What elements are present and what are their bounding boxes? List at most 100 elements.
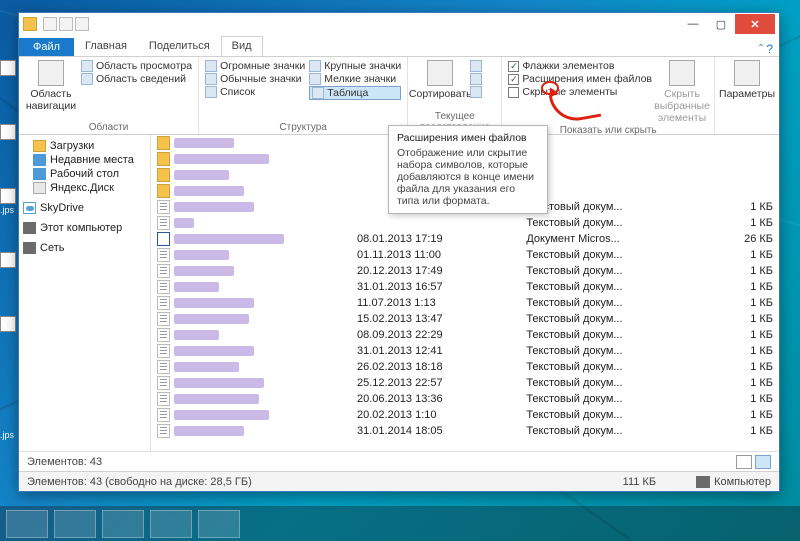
- ribbon-group-showhide: Флажки элементов Расширения имен файлов …: [502, 57, 715, 134]
- minimize-button[interactable]: —: [679, 14, 707, 34]
- table-row[interactable]: 25.12.2013 22:57Текстовый докум...1 КБ: [151, 375, 779, 391]
- txt-icon: [157, 376, 170, 390]
- folder-icon: [157, 152, 170, 166]
- table-row[interactable]: 08.01.2013 17:19Документ Micros...26 КБ: [151, 231, 779, 247]
- layout-normal[interactable]: Обычные значки: [205, 73, 305, 85]
- sidebar-item-desktop[interactable]: Рабочий стол: [21, 167, 148, 181]
- hide-selected-button[interactable]: Скрыть выбранные элементы: [656, 60, 708, 124]
- file-date: 26.02.2013 18:18: [351, 359, 520, 375]
- maximize-button[interactable]: ▢: [707, 14, 735, 34]
- file-size: 1 КБ: [708, 247, 779, 263]
- close-button[interactable]: ✕: [735, 14, 775, 34]
- item-count: Элементов: 43: [27, 456, 102, 468]
- file-type: Текстовый докум...: [520, 295, 708, 311]
- taskbar-item[interactable]: [198, 510, 240, 538]
- sidebar-item-yadisk[interactable]: Яндекс.Диск: [21, 181, 148, 195]
- explorer-window: — ▢ ✕ Файл Главная Поделиться Вид ˆ ? Об…: [18, 12, 780, 492]
- checkbox-hidden-items[interactable]: Скрытые элементы: [508, 86, 652, 98]
- view-details-icon[interactable]: [736, 455, 752, 469]
- file-type: Текстовый докум...: [520, 359, 708, 375]
- file-size: [708, 183, 779, 199]
- layout-huge[interactable]: Огромные значки: [205, 60, 305, 72]
- checkbox-icon: [508, 74, 519, 85]
- taskbar-item[interactable]: [102, 510, 144, 538]
- table-row[interactable]: 01.11.2013 11:00Текстовый докум...1 КБ: [151, 247, 779, 263]
- checkbox-item-checkboxes[interactable]: Флажки элементов: [508, 60, 652, 72]
- table-row[interactable]: 31.01.2013 16:57Текстовый докум...1 КБ: [151, 279, 779, 295]
- sidebar-item-skydrive[interactable]: SkyDrive: [21, 201, 148, 215]
- sidebar-item-thispc[interactable]: Этот компьютер: [21, 221, 148, 235]
- group-caption: Структура: [205, 121, 401, 134]
- ribbon-group-panes: Область навигации Область просмотра Обла…: [19, 57, 199, 134]
- status-bar-inner: Элементов: 43: [19, 451, 779, 471]
- addcolumn-button[interactable]: [470, 73, 482, 85]
- selection-size: 111 КБ: [623, 476, 656, 488]
- preview-icon: [81, 60, 93, 72]
- options-button[interactable]: Параметры: [721, 60, 773, 121]
- table-row[interactable]: 11.07.2013 1:13Текстовый докум...1 КБ: [151, 295, 779, 311]
- navpane-button[interactable]: Область навигации: [25, 60, 77, 121]
- taskbar-item[interactable]: [54, 510, 96, 538]
- taskbar-item[interactable]: [150, 510, 192, 538]
- groupby-button[interactable]: [470, 60, 482, 72]
- tab-share[interactable]: Поделиться: [138, 36, 221, 56]
- file-type: [520, 183, 708, 199]
- layout-list[interactable]: Список: [205, 86, 305, 98]
- file-name-redacted: [174, 330, 219, 340]
- folder-icon: [157, 136, 170, 150]
- titlebar[interactable]: — ▢ ✕: [19, 13, 779, 35]
- taskbar-item[interactable]: [6, 510, 48, 538]
- file-name-redacted: [174, 250, 229, 260]
- layout-small[interactable]: Мелкие значки: [309, 73, 401, 85]
- layout-large[interactable]: Крупные значки: [309, 60, 401, 72]
- tab-home[interactable]: Главная: [74, 36, 138, 56]
- table-row[interactable]: 31.01.2014 18:05Текстовый докум...1 КБ: [151, 423, 779, 439]
- table-row[interactable]: 15.02.2013 13:47Текстовый докум...1 КБ: [151, 311, 779, 327]
- file-size: [708, 135, 779, 151]
- file-size: 26 КБ: [708, 231, 779, 247]
- file-type: Текстовый докум...: [520, 215, 708, 231]
- pc-icon: [23, 222, 36, 234]
- help-icon[interactable]: ˆ ?: [759, 42, 773, 56]
- file-size: 1 КБ: [708, 359, 779, 375]
- file-size: 1 КБ: [708, 199, 779, 215]
- file-type: Текстовый докум...: [520, 199, 708, 215]
- sort-button[interactable]: Сортировать: [414, 60, 466, 110]
- file-size: 1 КБ: [708, 263, 779, 279]
- details-pane-button[interactable]: Область сведений: [81, 73, 192, 85]
- sizecols-button[interactable]: [470, 86, 482, 98]
- computer-icon: [696, 476, 710, 488]
- view-list-icon[interactable]: [755, 455, 771, 469]
- file-date: 01.11.2013 11:00: [351, 247, 520, 263]
- file-size: 1 КБ: [708, 311, 779, 327]
- file-date: 20.06.2013 13:36: [351, 391, 520, 407]
- file-type: [520, 135, 708, 151]
- table-row[interactable]: Текстовый докум...1 КБ: [151, 215, 779, 231]
- tab-view[interactable]: Вид: [221, 36, 263, 56]
- table-row[interactable]: 31.01.2013 12:41Текстовый докум...1 КБ: [151, 343, 779, 359]
- file-size: [708, 151, 779, 167]
- status-free: Элементов: 43 (свободно на диске: 28,5 Г…: [27, 476, 252, 488]
- file-date: 15.02.2013 13:47: [351, 311, 520, 327]
- quick-access-toolbar[interactable]: [43, 17, 89, 31]
- table-row[interactable]: 20.06.2013 13:36Текстовый докум...1 КБ: [151, 391, 779, 407]
- checkbox-file-extensions[interactable]: Расширения имен файлов: [508, 73, 652, 85]
- sidebar-item-network[interactable]: Сеть: [21, 241, 148, 255]
- table-row[interactable]: 20.02.2013 1:10Текстовый докум...1 КБ: [151, 407, 779, 423]
- navigation-pane[interactable]: Загрузки Недавние места Рабочий стол Янд…: [19, 135, 151, 451]
- file-type: Текстовый докум...: [520, 327, 708, 343]
- ribbon-group-layout: Огромные значки Обычные значки Список Кр…: [199, 57, 408, 134]
- table-row[interactable]: 26.02.2013 18:18Текстовый докум...1 КБ: [151, 359, 779, 375]
- file-name-redacted: [174, 138, 234, 148]
- tab-file[interactable]: Файл: [19, 38, 74, 56]
- layout-table[interactable]: Таблица: [309, 86, 401, 100]
- sidebar-item-downloads[interactable]: Загрузки: [21, 139, 148, 153]
- network-icon: [23, 242, 36, 254]
- table-row[interactable]: 20.12.2013 17:49Текстовый докум...1 КБ: [151, 263, 779, 279]
- file-date: 08.09.2013 22:29: [351, 327, 520, 343]
- preview-pane-button[interactable]: Область просмотра: [81, 60, 192, 72]
- table-row[interactable]: 08.09.2013 22:29Текстовый докум...1 КБ: [151, 327, 779, 343]
- sidebar-item-recent[interactable]: Недавние места: [21, 153, 148, 167]
- file-size: 1 КБ: [708, 343, 779, 359]
- taskbar[interactable]: [0, 506, 800, 541]
